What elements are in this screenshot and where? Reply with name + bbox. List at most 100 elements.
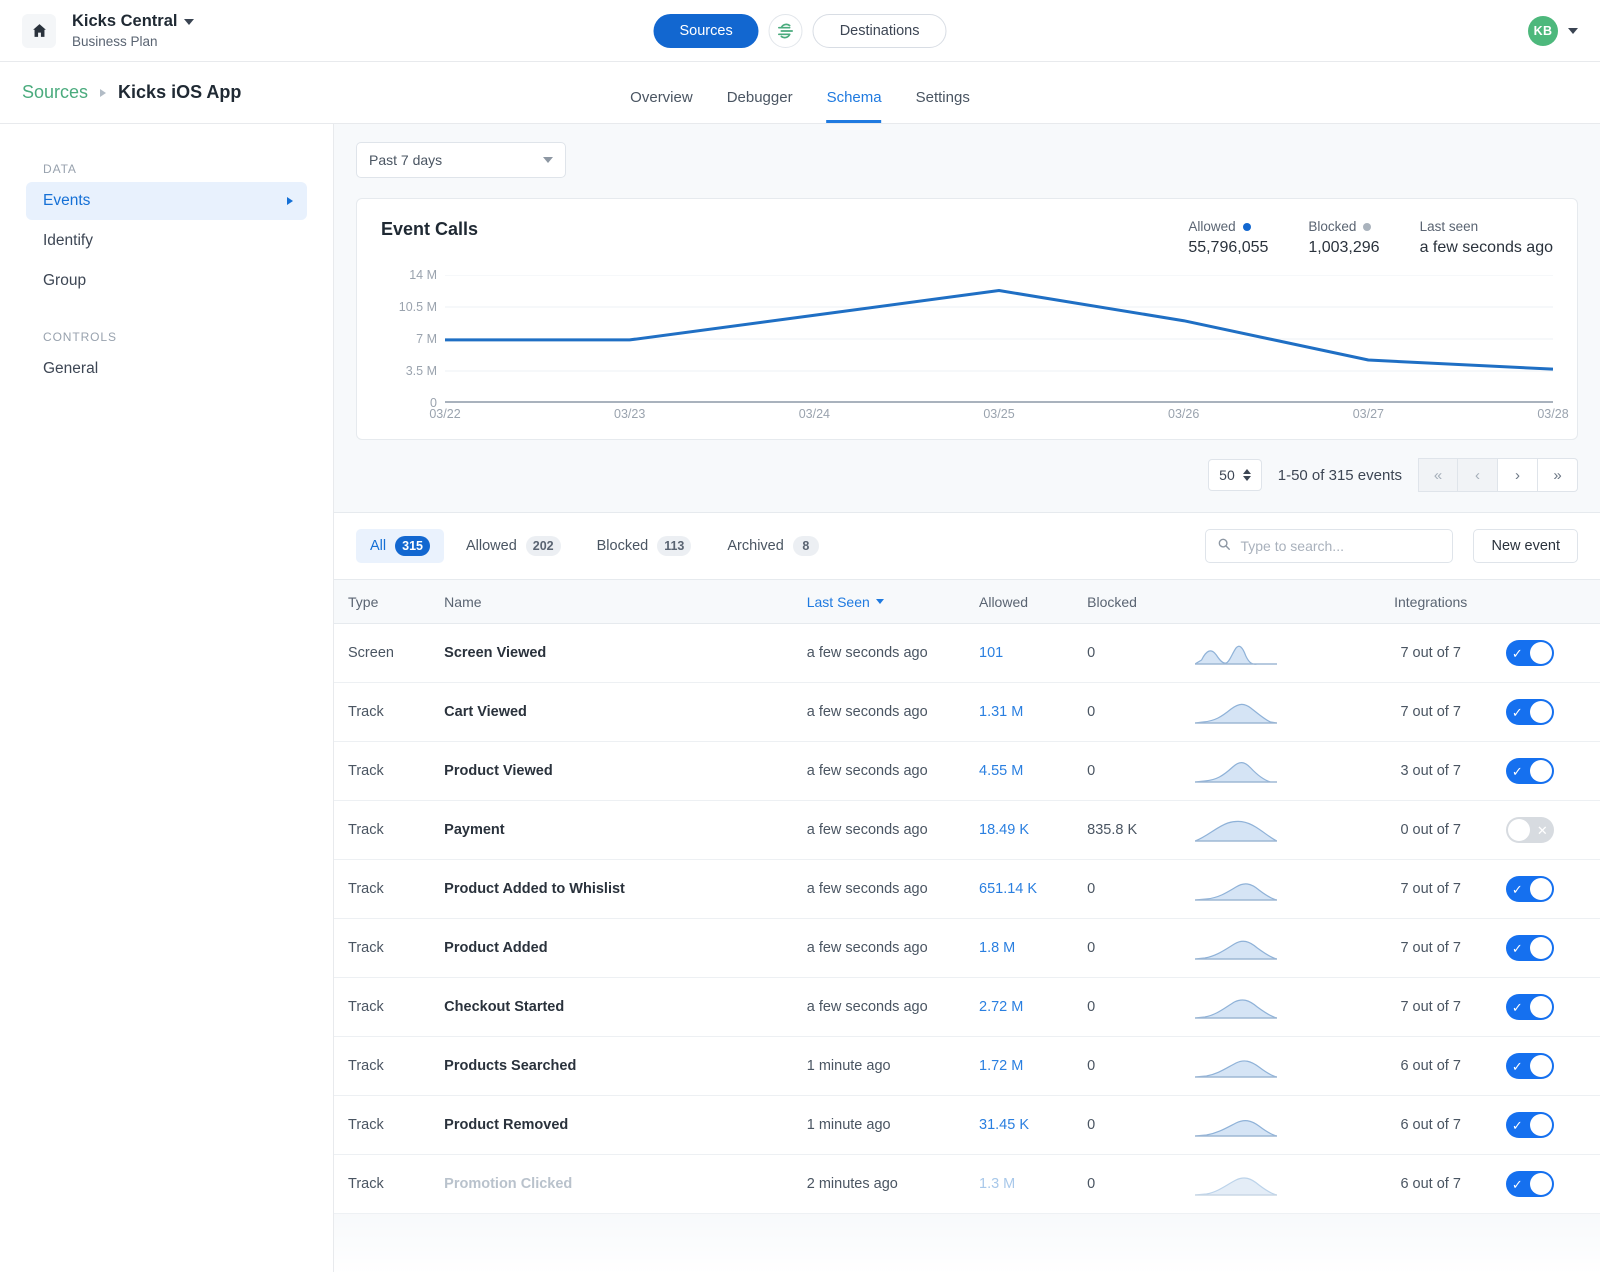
pagination-next-button[interactable]: › <box>1498 458 1538 492</box>
toggle-enabled[interactable]: ✓ <box>1506 1171 1554 1197</box>
table-row[interactable]: TrackPromotion Clicked2 minutes ago1.3 M… <box>334 1155 1600 1214</box>
table-row[interactable]: TrackCheckout Starteda few seconds ago2.… <box>334 978 1600 1037</box>
column-header-allowed[interactable]: Allowed <box>979 580 1087 624</box>
cell-name[interactable]: Product Viewed <box>444 742 807 801</box>
stat-blocked-value: 1,003,296 <box>1308 239 1379 257</box>
cell-blocked: 0 <box>1087 1096 1187 1155</box>
cell-allowed[interactable]: 2.72 M <box>979 978 1087 1037</box>
cell-last-seen: a few seconds ago <box>807 683 979 742</box>
table-row[interactable]: TrackProduct Removed1 minute ago31.45 K0… <box>334 1096 1600 1155</box>
sidebar-item-identify[interactable]: Identify <box>26 222 307 260</box>
chart-x-tick: 03/23 <box>614 407 645 421</box>
pagination-first-button[interactable]: « <box>1418 458 1458 492</box>
pagination-last-button[interactable]: » <box>1538 458 1578 492</box>
cell-integrations[interactable]: 7 out of 7 <box>1356 683 1506 742</box>
cell-integrations[interactable]: 7 out of 7 <box>1356 624 1506 683</box>
cell-allowed[interactable]: 1.8 M <box>979 919 1087 978</box>
page-size-select[interactable]: 50 <box>1208 459 1262 491</box>
toggle-disabled[interactable]: ✕ <box>1506 817 1554 843</box>
cell-allowed[interactable]: 18.49 K <box>979 801 1087 860</box>
cell-allowed[interactable]: 1.72 M <box>979 1037 1087 1096</box>
date-range-select[interactable]: Past 7 days <box>356 142 566 178</box>
toggle-enabled[interactable]: ✓ <box>1506 758 1554 784</box>
cell-integrations[interactable]: 0 out of 7 <box>1356 801 1506 860</box>
sidebar-item-general[interactable]: General <box>26 350 307 388</box>
cell-integrations[interactable]: 6 out of 7 <box>1356 1096 1506 1155</box>
table-row[interactable]: TrackProducts Searched1 minute ago1.72 M… <box>334 1037 1600 1096</box>
chevron-down-icon[interactable] <box>184 19 194 25</box>
toggle-enabled[interactable]: ✓ <box>1506 994 1554 1020</box>
sparkline-icon <box>1195 756 1277 783</box>
toggle-enabled[interactable]: ✓ <box>1506 876 1554 902</box>
filter-tab-archived[interactable]: Archived 8 <box>713 529 832 563</box>
cell-allowed[interactable]: 1.31 M <box>979 683 1087 742</box>
sidebar-item-group[interactable]: Group <box>26 262 307 300</box>
cell-name[interactable]: Product Added <box>444 919 807 978</box>
cell-integrations[interactable]: 3 out of 7 <box>1356 742 1506 801</box>
chart-x-tick: 03/26 <box>1168 407 1199 421</box>
cell-allowed[interactable]: 4.55 M <box>979 742 1087 801</box>
table-row[interactable]: ScreenScreen Vieweda few seconds ago1010… <box>334 624 1600 683</box>
column-header-type[interactable]: Type <box>334 580 444 624</box>
nav-destinations-button[interactable]: Destinations <box>813 14 947 48</box>
cell-name[interactable]: Product Removed <box>444 1096 807 1155</box>
cell-last-seen: a few seconds ago <box>807 978 979 1037</box>
org-switcher[interactable]: Kicks Central Business Plan <box>72 12 194 49</box>
toggle-enabled[interactable]: ✓ <box>1506 935 1554 961</box>
home-button[interactable] <box>22 14 56 48</box>
cell-name[interactable]: Product Added to Whislist <box>444 860 807 919</box>
pagination-prev-button[interactable]: ‹ <box>1458 458 1498 492</box>
cell-blocked: 0 <box>1087 1155 1187 1214</box>
cell-name[interactable]: Screen Viewed <box>444 624 807 683</box>
tab-schema[interactable]: Schema <box>827 89 882 123</box>
cell-allowed[interactable]: 101 <box>979 624 1087 683</box>
column-header-blocked[interactable]: Blocked <box>1087 580 1187 624</box>
filter-tab-allowed[interactable]: Allowed 202 <box>452 529 575 563</box>
cell-type: Track <box>334 978 444 1037</box>
cell-integrations[interactable]: 6 out of 7 <box>1356 1037 1506 1096</box>
cell-integrations[interactable]: 6 out of 7 <box>1356 1155 1506 1214</box>
nav-sources-button[interactable]: Sources <box>654 14 759 48</box>
cell-name[interactable]: Promotion Clicked <box>444 1155 807 1214</box>
filter-tab-all[interactable]: All 315 <box>356 529 444 563</box>
cell-integrations[interactable]: 7 out of 7 <box>1356 860 1506 919</box>
column-header-name[interactable]: Name <box>444 580 807 624</box>
sparkline-icon <box>1195 874 1277 901</box>
user-chevron-down-icon[interactable] <box>1568 28 1578 34</box>
search-box[interactable] <box>1205 529 1453 563</box>
cell-allowed[interactable]: 651.14 K <box>979 860 1087 919</box>
toggle-enabled[interactable]: ✓ <box>1506 640 1554 666</box>
search-input[interactable] <box>1240 538 1441 554</box>
sidebar-item-events[interactable]: Events <box>26 182 307 220</box>
toggle-enabled[interactable]: ✓ <box>1506 1112 1554 1138</box>
column-header-integrations[interactable]: Integrations <box>1356 580 1506 624</box>
sidebar-item-label: Identify <box>43 232 93 250</box>
table-row[interactable]: TrackProduct Vieweda few seconds ago4.55… <box>334 742 1600 801</box>
cell-name[interactable]: Payment <box>444 801 807 860</box>
sparkline-icon <box>1195 992 1277 1019</box>
table-row[interactable]: TrackProduct Added to Whislista few seco… <box>334 860 1600 919</box>
cell-integrations[interactable]: 7 out of 7 <box>1356 978 1506 1037</box>
cell-integrations[interactable]: 7 out of 7 <box>1356 919 1506 978</box>
user-menu[interactable]: KB <box>1528 16 1578 46</box>
toggle-knob <box>1530 1055 1552 1077</box>
cell-name[interactable]: Checkout Started <box>444 978 807 1037</box>
new-event-button[interactable]: New event <box>1473 529 1578 563</box>
table-row[interactable]: TrackProduct Addeda few seconds ago1.8 M… <box>334 919 1600 978</box>
cell-name[interactable]: Cart Viewed <box>444 683 807 742</box>
cell-name[interactable]: Products Searched <box>444 1037 807 1096</box>
toggle-enabled[interactable]: ✓ <box>1506 1053 1554 1079</box>
table-row[interactable]: TrackCart Vieweda few seconds ago1.31 M0… <box>334 683 1600 742</box>
filter-tab-blocked[interactable]: Blocked 113 <box>583 529 706 563</box>
column-header-last-seen[interactable]: Last Seen <box>807 580 979 624</box>
toggle-enabled[interactable]: ✓ <box>1506 699 1554 725</box>
tab-settings[interactable]: Settings <box>916 89 970 123</box>
breadcrumb-parent-link[interactable]: Sources <box>22 82 88 103</box>
segment-logo-icon <box>769 14 803 48</box>
tab-overview[interactable]: Overview <box>630 89 693 123</box>
cell-allowed[interactable]: 1.3 M <box>979 1155 1087 1214</box>
table-row[interactable]: TrackPaymenta few seconds ago18.49 K835.… <box>334 801 1600 860</box>
cell-allowed[interactable]: 31.45 K <box>979 1096 1087 1155</box>
tab-debugger[interactable]: Debugger <box>727 89 793 123</box>
avatar[interactable]: KB <box>1528 16 1558 46</box>
